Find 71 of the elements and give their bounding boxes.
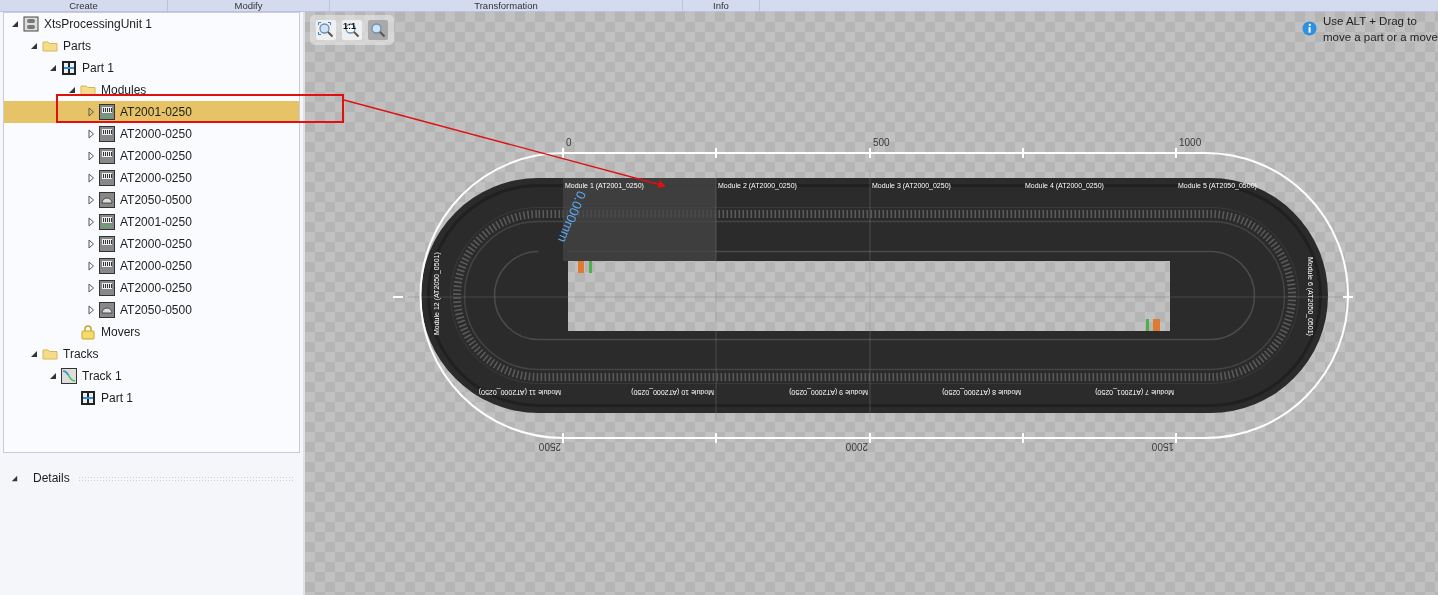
collapse-icon[interactable] bbox=[48, 371, 58, 381]
tree-item[interactable]: XtsProcessingUnit 1 bbox=[4, 13, 299, 35]
lock-icon bbox=[80, 324, 96, 340]
tree-item[interactable]: Part 1 bbox=[4, 387, 299, 409]
collapse-icon[interactable] bbox=[10, 19, 20, 29]
hint-text: Use ALT + Drag to move a part or a move bbox=[1322, 14, 1438, 45]
module-icon bbox=[99, 148, 115, 164]
expand-icon[interactable] bbox=[86, 195, 96, 205]
expand-icon[interactable] bbox=[86, 151, 96, 161]
scale-label: 500 bbox=[873, 137, 890, 148]
zoom-button[interactable] bbox=[368, 20, 388, 40]
tree-item[interactable]: Parts bbox=[4, 35, 299, 57]
module-icon bbox=[99, 302, 115, 318]
module-icon bbox=[99, 214, 115, 230]
tree-item[interactable]: AT2000-0250 bbox=[4, 167, 299, 189]
tree-item[interactable]: AT2000-0250 bbox=[4, 123, 299, 145]
magnifier-icon bbox=[318, 22, 334, 38]
magnifier-icon bbox=[370, 22, 386, 38]
scale-label: 1000 bbox=[1179, 137, 1202, 148]
tree-item[interactable]: AT2000-0250 bbox=[4, 277, 299, 299]
scale-label: 2500 bbox=[538, 441, 561, 452]
expand-icon[interactable] bbox=[86, 107, 96, 117]
ribbon-tab[interactable]: Modify bbox=[168, 0, 330, 11]
expand-icon[interactable] bbox=[86, 173, 96, 183]
scale-label: 0 bbox=[566, 137, 572, 148]
section-header[interactable]: Details bbox=[33, 469, 70, 487]
collapse-icon[interactable] bbox=[48, 63, 58, 73]
grid-icon bbox=[80, 390, 96, 406]
scale-label: 1500 bbox=[1151, 441, 1174, 452]
expand-icon[interactable] bbox=[86, 283, 96, 293]
expand-icon[interactable] bbox=[86, 239, 96, 249]
collapse-icon[interactable] bbox=[29, 41, 39, 51]
expand-icon[interactable] bbox=[86, 305, 96, 315]
expand-icon[interactable] bbox=[86, 217, 96, 227]
folder-icon bbox=[42, 346, 58, 362]
magnifier-icon bbox=[344, 22, 360, 38]
tree-item[interactable]: Track 1 bbox=[4, 365, 299, 387]
expand-icon[interactable] bbox=[86, 261, 96, 271]
module-icon bbox=[99, 170, 115, 186]
grid-icon bbox=[61, 60, 77, 76]
actual-size-button[interactable]: 1:1 bbox=[342, 20, 362, 40]
tree-item[interactable]: AT2001-0250 bbox=[4, 101, 299, 123]
scale-label: 2000 bbox=[845, 441, 868, 452]
collapse-icon[interactable] bbox=[29, 349, 39, 359]
tree-item[interactable]: Part 1 bbox=[4, 57, 299, 79]
tree-item[interactable]: Modules bbox=[4, 79, 299, 101]
module-icon bbox=[99, 258, 115, 274]
stack-icon bbox=[23, 16, 39, 32]
module-icon bbox=[99, 104, 115, 120]
tree-item[interactable]: AT2000-0250 bbox=[4, 233, 299, 255]
ribbon-tab[interactable]: Transformation bbox=[330, 0, 683, 11]
module-icon bbox=[99, 236, 115, 252]
ribbon-tab[interactable]: Info bbox=[683, 0, 760, 11]
tree-item[interactable]: AT2050-0500 bbox=[4, 189, 299, 211]
tree-item[interactable]: AT2000-0250 bbox=[4, 255, 299, 277]
info-icon bbox=[1301, 21, 1317, 36]
tree-item[interactable]: AT2000-0250 bbox=[4, 145, 299, 167]
tree-item[interactable]: AT2050-0500 bbox=[4, 299, 299, 321]
collapse-icon[interactable] bbox=[10, 473, 19, 483]
ribbon-tab[interactable]: Create bbox=[0, 0, 168, 11]
curve-icon bbox=[61, 368, 77, 384]
expand-icon[interactable] bbox=[86, 129, 96, 139]
zoom-fit-button[interactable] bbox=[316, 20, 336, 40]
module-icon bbox=[99, 126, 115, 142]
module-icon bbox=[99, 192, 115, 208]
tree-item[interactable]: Tracks bbox=[4, 343, 299, 365]
folder-icon bbox=[42, 38, 58, 54]
module-icon bbox=[99, 280, 115, 296]
collapse-icon[interactable] bbox=[67, 85, 77, 95]
tree-item[interactable]: Movers bbox=[4, 321, 299, 343]
tree-item[interactable]: AT2001-0250 bbox=[4, 211, 299, 233]
